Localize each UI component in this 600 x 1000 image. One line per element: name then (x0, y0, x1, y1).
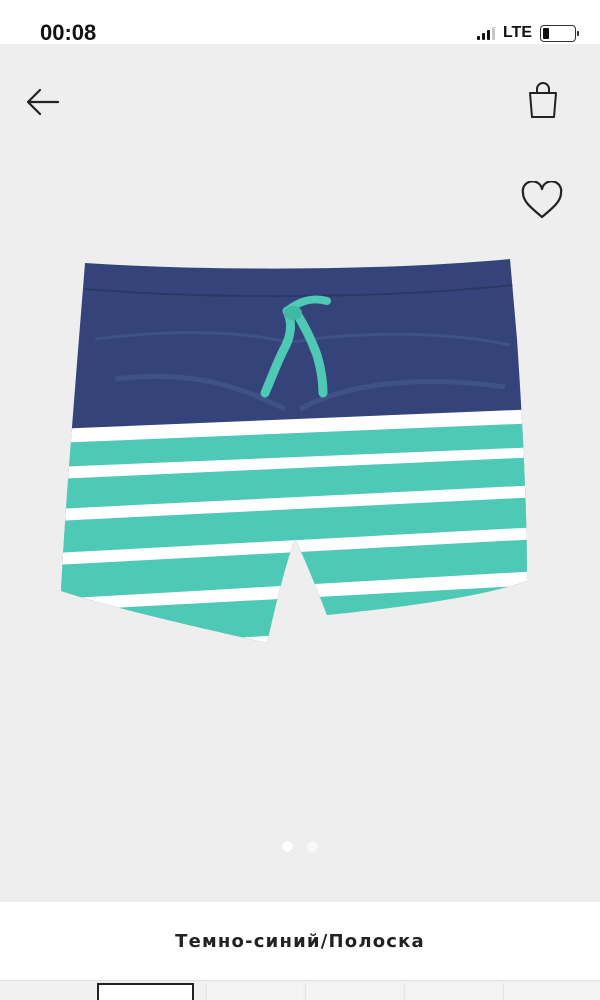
status-indicators: LTE (476, 22, 579, 44)
color-swatch[interactable] (305, 983, 402, 1000)
arrow-left-icon (26, 88, 60, 116)
color-swatch[interactable] (503, 983, 600, 1000)
selected-color-name: Темно-синий/Полоска (175, 930, 425, 952)
color-selector: Темно-синий/Полоска (0, 902, 600, 980)
signal-icon (476, 26, 495, 40)
favorite-button[interactable] (520, 180, 564, 221)
status-time: 00:08 (40, 20, 97, 45)
back-button[interactable] (22, 82, 62, 122)
battery-level (543, 27, 549, 39)
pagination-dot[interactable] (307, 841, 318, 852)
pagination-dot[interactable] (282, 841, 293, 852)
color-swatch-row (0, 980, 600, 1000)
color-swatch[interactable] (97, 983, 194, 1000)
network-type: LTE (502, 24, 532, 41)
heart-outline-icon (521, 180, 563, 219)
shopping-bag-icon (529, 82, 557, 118)
image-pagination (0, 841, 600, 855)
color-swatch[interactable] (404, 983, 501, 1000)
shopping-bag-button[interactable] (526, 80, 560, 120)
product-image (61, 259, 527, 643)
product-gallery[interactable] (0, 44, 600, 902)
status-bar: 00:08 LTE (0, 0, 600, 45)
battery-icon (540, 24, 579, 42)
color-swatch[interactable] (206, 983, 303, 1000)
